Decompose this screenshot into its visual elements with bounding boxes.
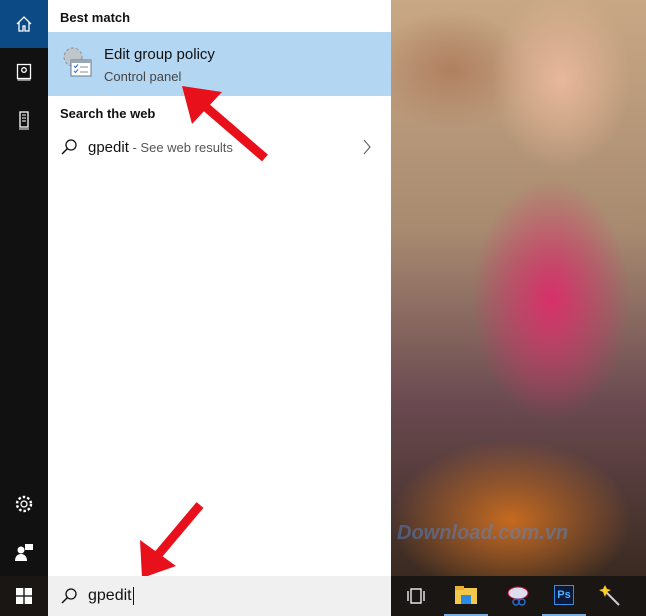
watermark: Download.com.vn xyxy=(397,522,569,544)
search-results-panel: Best match Edit group policy Control pan… xyxy=(48,0,391,576)
search-icon xyxy=(61,139,77,155)
magic-wand-app-button[interactable] xyxy=(588,576,632,616)
chevron-right-icon xyxy=(363,139,371,155)
group-policy-icon xyxy=(63,47,92,77)
best-match-result[interactable]: Edit group policy Control panel xyxy=(48,32,391,96)
tower-icon xyxy=(19,111,29,130)
snipping-tool-button[interactable] xyxy=(496,576,540,616)
best-match-subtitle: Control panel xyxy=(104,69,182,84)
search-icon xyxy=(61,588,77,604)
task-view-icon xyxy=(407,588,425,604)
notebook-button[interactable] xyxy=(0,48,48,96)
gear-icon xyxy=(15,495,33,513)
web-query: gpedit xyxy=(88,139,129,156)
search-input[interactable]: gpedit xyxy=(88,587,134,605)
taskbar: gpedit Ps xyxy=(0,576,646,616)
taskbar-search-box[interactable]: gpedit xyxy=(48,576,391,616)
home-button[interactable] xyxy=(0,0,48,48)
feedback-button[interactable] xyxy=(0,528,48,576)
photoshop-button[interactable]: Ps xyxy=(542,576,586,616)
devices-button[interactable] xyxy=(0,96,48,144)
task-view-button[interactable] xyxy=(394,576,438,616)
web-suffix: - See web results xyxy=(128,140,233,155)
best-match-title: Edit group policy xyxy=(104,46,215,63)
feedback-icon xyxy=(15,544,33,561)
snipping-tool-icon xyxy=(507,586,529,606)
settings-button[interactable] xyxy=(0,480,48,528)
start-button[interactable] xyxy=(0,576,48,616)
magic-wand-app-icon xyxy=(599,585,620,606)
file-explorer-button[interactable] xyxy=(444,576,488,616)
home-icon xyxy=(16,16,32,32)
start-left-rail xyxy=(0,0,48,576)
best-match-header: Best match xyxy=(60,10,131,25)
file-explorer-icon xyxy=(455,586,477,604)
background-photo: Download.com.vn xyxy=(391,0,646,576)
photoshop-icon: Ps xyxy=(554,585,574,605)
web-result[interactable]: gpedit - See web results xyxy=(48,130,391,164)
notebook-icon xyxy=(16,63,32,81)
windows-logo-icon xyxy=(16,588,32,604)
search-web-header: Search the web xyxy=(60,106,156,121)
